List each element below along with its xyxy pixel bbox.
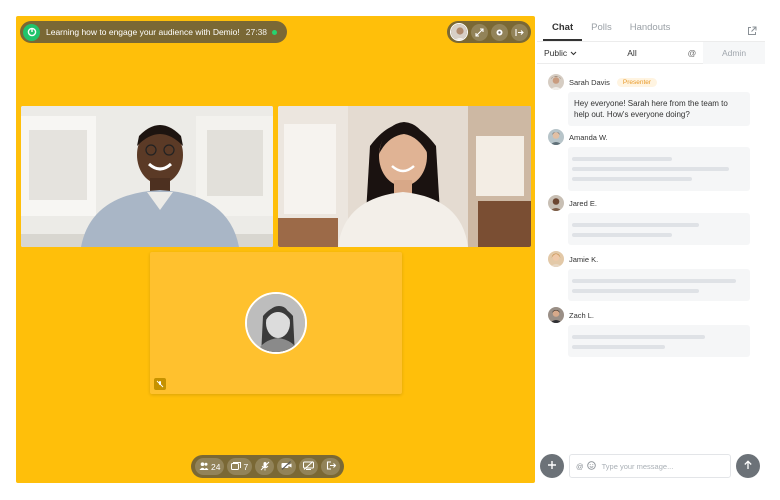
visibility-label: Public: [544, 47, 568, 58]
skeleton-line: [572, 167, 729, 171]
filter-admin[interactable]: Admin: [703, 41, 765, 64]
sender-name: Sarah Davis: [569, 77, 610, 87]
message-bubble: Hey everyone! Sarah here from the team t…: [568, 92, 750, 126]
message-placeholder: [568, 269, 750, 301]
session-title-pill: Learning how to engage your audience wit…: [20, 21, 288, 43]
demio-logo-icon: [23, 23, 40, 41]
plus-icon: [547, 457, 557, 475]
avatar: [548, 307, 564, 323]
exit-icon[interactable]: [511, 23, 528, 41]
skeleton-line: [572, 335, 705, 339]
send-arrow-icon: [743, 457, 753, 475]
participant-avatar: [245, 292, 307, 354]
chat-message: Jared E.: [537, 195, 765, 245]
skeleton-line: [572, 223, 700, 227]
top-controls: [447, 21, 531, 43]
popout-icon[interactable]: [747, 23, 757, 41]
camera-off-icon: [281, 461, 292, 472]
chat-filters: Public All @ Admin: [537, 41, 765, 64]
filter-mentions[interactable]: @: [681, 48, 703, 58]
message-composer: @ Type your message...: [537, 451, 765, 479]
skeleton-line: [572, 177, 693, 181]
participant-video-2: [278, 106, 531, 247]
visibility-dropdown[interactable]: Public: [537, 48, 583, 58]
sender-name: Jamie K.: [569, 254, 599, 264]
camera-toggle-button[interactable]: [277, 458, 297, 475]
chat-message: Jamie K.: [537, 251, 765, 301]
skeleton-line: [572, 233, 673, 237]
filter-all[interactable]: All: [583, 48, 681, 58]
avatar: [548, 74, 564, 90]
session-timer: 27:38: [245, 27, 268, 37]
participant-tile-camera-off: [150, 252, 402, 394]
attendees-icon: [199, 461, 209, 472]
skeleton-line: [572, 279, 736, 283]
chat-panel: Chat Polls Handouts Public All @ Admin S…: [537, 16, 765, 483]
message-placeholder-text: Type your message...: [601, 461, 674, 471]
participant-video-1: [21, 106, 273, 247]
emoji-icon[interactable]: [586, 460, 596, 472]
avatar: [548, 129, 564, 145]
mic-off-icon: [154, 378, 166, 390]
add-attachment-button[interactable]: [540, 454, 564, 478]
handouts-count: 7: [243, 461, 249, 472]
message-placeholder: [568, 325, 750, 357]
panel-tabs: Chat Polls Handouts: [537, 16, 765, 42]
attendees-count: 24: [211, 461, 221, 472]
sender-name: Zach L.: [569, 310, 595, 320]
chat-message: Amanda W.: [537, 129, 765, 191]
leave-icon: [326, 461, 336, 472]
skeleton-line: [572, 345, 665, 349]
message-placeholder: [568, 147, 750, 191]
live-indicator: [272, 29, 278, 35]
skeleton-line: [572, 157, 673, 161]
handouts-button[interactable]: 7: [227, 458, 253, 475]
chat-message: Zach L.: [537, 307, 765, 357]
expand-icon[interactable]: [471, 23, 488, 41]
leave-button[interactable]: [321, 458, 341, 475]
mic-off-icon: [260, 461, 270, 473]
handouts-icon: [231, 461, 242, 472]
screen-share-off-icon: [303, 461, 315, 472]
avatar: [548, 195, 564, 211]
presenter-badge: Presenter: [616, 77, 658, 87]
chat-message: Sarah Davis Presenter Hey everyone! Sara…: [537, 74, 765, 126]
chevron-down-icon: [570, 48, 577, 58]
video-stage: Learning how to engage your audience wit…: [16, 16, 535, 483]
sender-name: Amanda W.: [569, 132, 608, 142]
session-title: Learning how to engage your audience wit…: [46, 27, 240, 37]
screen-share-button[interactable]: [299, 458, 319, 475]
bottom-toolbar: 24 7: [191, 455, 345, 478]
tab-handouts[interactable]: Handouts: [621, 22, 680, 41]
sender-name: Jared E.: [569, 198, 597, 208]
skeleton-line: [572, 289, 700, 293]
tab-chat[interactable]: Chat: [543, 22, 583, 41]
mention-icon[interactable]: @: [576, 462, 584, 471]
mic-toggle-button[interactable]: [255, 458, 275, 475]
tab-polls[interactable]: Polls: [582, 22, 621, 41]
attendees-button[interactable]: 24: [195, 458, 225, 475]
avatar: [548, 251, 564, 267]
send-button[interactable]: [736, 454, 760, 478]
message-input[interactable]: @ Type your message...: [569, 454, 731, 478]
message-placeholder: [568, 213, 750, 245]
gear-icon[interactable]: [491, 23, 508, 41]
presenter-avatar[interactable]: [450, 23, 468, 41]
